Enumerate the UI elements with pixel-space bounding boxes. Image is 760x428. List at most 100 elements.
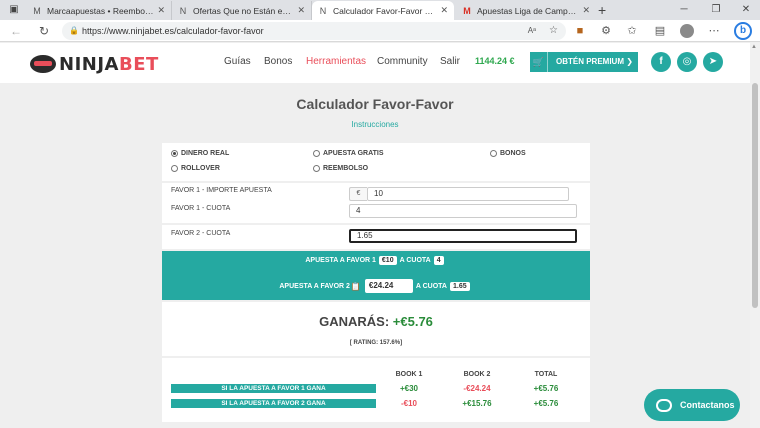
browser-tab-ofertas[interactable]: N Ofertas Que no Están en Ninjabet ✕ [172, 1, 312, 20]
radio-selected-icon [171, 150, 178, 157]
nav-community[interactable]: Community [377, 56, 428, 67]
radio-icon [313, 150, 320, 157]
mode-label: ROLLOVER [181, 165, 220, 172]
radio-icon [490, 150, 497, 157]
table-header-total: TOTAL [534, 371, 558, 378]
close-tab-icon[interactable]: ✕ [582, 5, 590, 16]
summary-favor2-prefix: APUESTA A FAVOR 2 [279, 282, 350, 290]
copy-icon[interactable]: 📋 [351, 282, 361, 291]
result-panel: GANARÁS: +€5.76 [ RATING: 157.6%] [162, 302, 590, 356]
mode-reembolso[interactable]: REEMBOLSO [313, 165, 368, 172]
summary-favor1-odds: 4 [433, 256, 444, 265]
summary-favor1-mid: A CUOTA [399, 257, 431, 264]
summary-favor2-stake[interactable]: €24.24 [364, 279, 413, 293]
tab-favicon: M [33, 5, 41, 16]
contact-chat-button[interactable]: Contactanos [644, 389, 740, 421]
ninja-mask-icon [30, 55, 56, 73]
premium-button[interactable]: 🛒 OBTÉN PREMIUM ❯ [530, 52, 638, 72]
bing-copilot-icon[interactable]: b [734, 22, 752, 40]
favor2-panel: FAVOR 2 - CUOTA 1.65 [162, 225, 590, 249]
summary-favor1-stake: €10 [378, 256, 397, 265]
premium-label: OBTÉN PREMIUM ❯ [556, 57, 633, 66]
chat-bubble-icon [656, 398, 672, 412]
refresh-icon[interactable]: ↻ [36, 23, 52, 39]
mode-label: DINERO REAL [181, 150, 230, 157]
favor2-odds-label: FAVOR 2 - CUOTA [171, 230, 231, 237]
more-menu-icon[interactable]: ⋯ [706, 23, 722, 39]
table-cell-total: +€5.76 [533, 384, 559, 393]
facebook-icon[interactable]: f [651, 52, 671, 72]
nav-bonos[interactable]: Bonos [264, 56, 292, 67]
mode-bonos[interactable]: BONOS [490, 150, 526, 157]
result-value: +€5.76 [392, 314, 433, 329]
tab-favicon: N [179, 5, 187, 16]
telegram-icon[interactable]: ➤ [703, 52, 723, 72]
page-title: Calculador Favor-Favor [296, 96, 454, 112]
browser-tab-marcaapuestas[interactable]: M Marcaapuestas • Reembolso 50% ✕ [26, 1, 172, 20]
table-cell-book1: -€10 [400, 399, 417, 408]
back-icon[interactable]: ← [8, 23, 24, 39]
read-aloud-icon[interactable]: Aᵃ [528, 22, 536, 40]
mode-dinero-real[interactable]: DINERO REAL [171, 150, 229, 157]
nav-salir[interactable]: Salir [440, 56, 460, 67]
mode-selector-panel: DINERO REAL APUESTA GRATIS BONOS ROLLOVE… [162, 143, 590, 181]
logo-main: NINJA [59, 53, 119, 75]
table-row-label: SI LA APUESTA A FAVOR 1 GANA [171, 384, 376, 393]
summary-favor2-mid: A CUOTA [415, 282, 447, 290]
tab-actions-icon[interactable]: ▣ [6, 2, 22, 18]
close-tab-icon[interactable]: ✕ [440, 5, 448, 16]
extension-icon[interactable]: ■ [572, 23, 588, 39]
tab-favicon: M [463, 5, 471, 16]
scroll-up-icon[interactable]: ▲ [751, 44, 757, 50]
table-header-book1: BOOK 1 [395, 371, 423, 378]
instagram-icon[interactable]: ◎ [677, 52, 697, 72]
tab-favicon: N [319, 5, 327, 16]
result-label: GANARÁS: [319, 314, 390, 329]
summary-row-favor1: APUESTA A FAVOR 1 €10 A CUOTA 4 [162, 256, 590, 265]
lock-icon: 🔒 [69, 26, 79, 35]
address-bar[interactable]: 🔒 https://www.ninjabet.es/calculador-fav… [62, 22, 566, 40]
page-scrollbar[interactable]: ▲ [750, 43, 760, 428]
new-tab-icon[interactable]: + [598, 1, 606, 19]
extensions-puzzle-icon[interactable]: ⚙ [598, 23, 614, 39]
tab-title: Ofertas Que no Están en Ninjabet [193, 5, 293, 16]
ninjabet-logo[interactable]: NINJABET [30, 53, 159, 75]
profit-result: GANARÁS: +€5.76 [162, 314, 590, 329]
scrollbar-thumb[interactable] [752, 83, 758, 308]
favor2-odds-input[interactable]: 1.65 [349, 229, 577, 243]
favorite-star-icon[interactable]: ☆ [549, 22, 558, 40]
minimize-icon[interactable]: ─ [676, 2, 692, 18]
table-cell-book1: +€30 [399, 384, 419, 393]
close-tab-icon[interactable]: ✕ [157, 5, 165, 16]
favor1-odds-input[interactable]: 4 [349, 204, 577, 218]
favor1-stake-input[interactable]: 10 [367, 187, 569, 201]
profile-avatar[interactable] [680, 24, 694, 38]
radio-icon [171, 165, 178, 172]
chat-label: Contactanos [680, 400, 735, 410]
table-header-book2: BOOK 2 [463, 371, 491, 378]
currency-symbol: € [349, 187, 367, 201]
instructions-link[interactable]: Instrucciones [0, 120, 750, 129]
browser-tab-apuestas-liga[interactable]: M Apuestas Liga de Campeones de ✕ [456, 1, 596, 20]
nav-herramientas[interactable]: Herramientas [306, 56, 366, 67]
close-tab-icon[interactable]: ✕ [297, 5, 305, 16]
tab-title: Apuestas Liga de Campeones de [477, 5, 578, 16]
cart-icon: 🛒 [530, 52, 548, 72]
logo-accent: BET [118, 53, 159, 75]
tab-title: Marcaapuestas • Reembolso 50% [47, 5, 154, 16]
mode-label: BONOS [500, 150, 526, 157]
mode-rollover[interactable]: ROLLOVER [171, 165, 220, 172]
url-text: https://www.ninjabet.es/calculador-favor… [82, 26, 264, 36]
collections-icon[interactable]: ▤ [652, 23, 668, 39]
maximize-icon[interactable]: ❐ [708, 2, 724, 18]
mode-apuesta-gratis[interactable]: APUESTA GRATIS [313, 150, 384, 157]
favorites-icon[interactable]: ✩ [624, 23, 640, 39]
nav-guias[interactable]: Guías [224, 56, 251, 67]
close-window-icon[interactable]: ✕ [738, 2, 754, 18]
browser-toolbar: ← ↻ 🔒 https://www.ninjabet.es/calculador… [0, 20, 760, 42]
table-cell-book2: +€15.76 [462, 399, 492, 408]
account-balance: 1144.24 € [475, 56, 515, 66]
favor1-panel: FAVOR 1 - IMPORTE APUESTA € 10 FAVOR 1 -… [162, 183, 590, 223]
tab-title: Calculador Favor-Favor España | Ni [333, 5, 436, 16]
browser-tab-calculador[interactable]: N Calculador Favor-Favor España | Ni ✕ [312, 1, 454, 20]
